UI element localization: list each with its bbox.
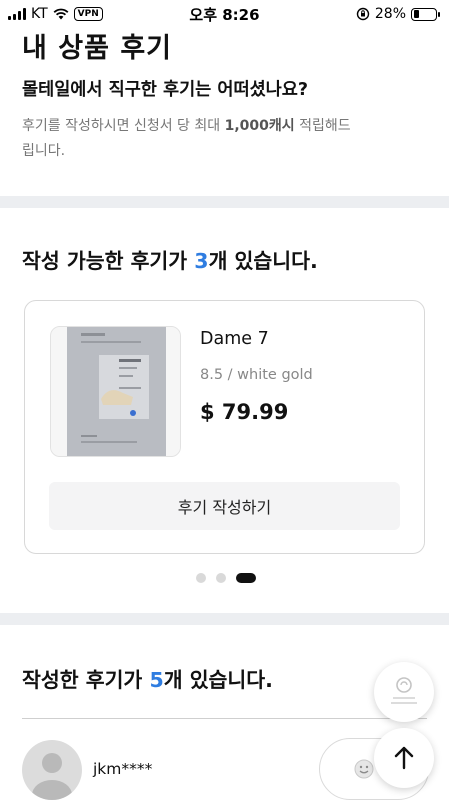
section-divider <box>0 196 449 208</box>
status-right: 28% <box>356 6 440 22</box>
written-section-title: 작성한 후기가 5개 있습니다. <box>22 663 273 693</box>
card-pager <box>196 573 256 583</box>
write-review-button[interactable]: 후기 작성하기 <box>49 482 400 530</box>
page-title: 내 상품 후기 <box>22 33 172 64</box>
smile-icon <box>354 759 374 779</box>
section-divider-2 <box>0 613 449 625</box>
writable-count: 3 <box>194 249 209 273</box>
carrier-label: KT <box>31 6 48 22</box>
pager-dot-1[interactable] <box>196 573 206 583</box>
product-price: $ 79.99 <box>200 400 289 424</box>
written-title-pre: 작성한 후기가 <box>22 668 150 692</box>
cash-notice: 후기를 작성하시면 신청서 당 최대 1,000캐시 적립해드립니다. <box>22 114 362 164</box>
assist-icon <box>391 677 417 704</box>
orientation-lock-icon <box>356 7 370 21</box>
product-thumbnail[interactable] <box>50 326 181 457</box>
list-divider <box>22 718 427 719</box>
wifi-icon <box>53 8 69 20</box>
writable-title-post: 개 있습니다. <box>208 249 318 273</box>
review-username: jkm**** <box>93 760 153 778</box>
battery-percent: 28% <box>374 6 406 22</box>
arrow-up-icon <box>394 746 414 770</box>
pager-dot-3[interactable] <box>236 573 256 583</box>
product-name: Dame 7 <box>200 329 269 349</box>
avatar-placeholder-icon <box>22 740 82 800</box>
writable-section-title: 작성 가능한 후기가 3개 있습니다. <box>22 244 318 274</box>
written-title-post: 개 있습니다. <box>163 668 273 692</box>
assist-button[interactable] <box>374 662 434 722</box>
page-subtitle: 몰테일에서 직구한 후기는 어떠셨나요? <box>22 80 309 100</box>
status-left: KT VPN <box>8 6 103 22</box>
status-bar: KT VPN 오후 8:26 28% <box>0 0 449 28</box>
pager-dot-2[interactable] <box>216 573 226 583</box>
order-photo-image <box>51 327 180 456</box>
scroll-top-button[interactable] <box>374 728 434 788</box>
battery-icon <box>411 7 440 21</box>
notice-text-1: 후기를 작성하시면 신청서 당 최대 <box>22 118 225 134</box>
product-review-card[interactable]: Dame 7 8.5 / white gold $ 79.99 후기 작성하기 <box>24 300 425 554</box>
product-option: 8.5 / white gold <box>200 367 313 383</box>
vpn-badge: VPN <box>73 7 103 21</box>
written-count: 5 <box>149 668 164 692</box>
notice-cash-amount: 1,000캐시 <box>224 118 295 134</box>
writable-title-pre: 작성 가능한 후기가 <box>22 249 195 273</box>
signal-icon <box>8 8 26 20</box>
battery-fill <box>413 10 420 18</box>
